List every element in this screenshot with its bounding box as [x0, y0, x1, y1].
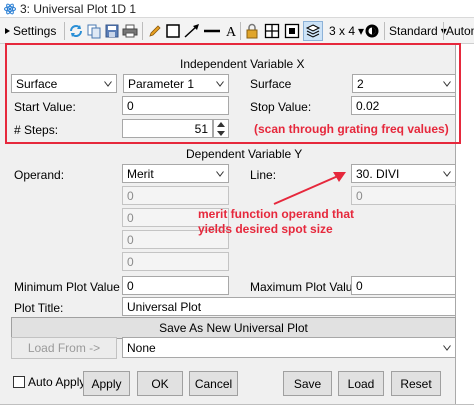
- line-tool-button[interactable]: [203, 21, 221, 41]
- dependent-variable-header: Dependent Variable Y: [186, 147, 303, 161]
- line-icon: [204, 29, 220, 33]
- cancel-button[interactable]: Cancel: [189, 371, 238, 396]
- plot-area-strip: [0, 404, 474, 410]
- rectangle-tool-button[interactable]: [165, 21, 181, 41]
- operand-combo[interactable]: Merit: [122, 164, 229, 183]
- rectangle-icon: [166, 24, 180, 38]
- pencil-button[interactable]: [147, 21, 163, 41]
- min-plot-value-input[interactable]: 0: [122, 276, 229, 295]
- param-input-5[interactable]: 0: [122, 252, 229, 271]
- chevron-down-icon: [216, 171, 224, 177]
- pencil-icon: [149, 25, 161, 37]
- operand-label: Operand:: [14, 168, 65, 182]
- automatic-label: Autom: [446, 24, 474, 38]
- layout-dropdown[interactable]: 3 x 4 ▾: [329, 21, 364, 41]
- arrow-line-icon: [184, 24, 199, 38]
- annotation-highlight-frame: [5, 43, 461, 144]
- auto-apply-checkbox[interactable]: [13, 376, 25, 388]
- annotation-arrow-icon: [273, 172, 346, 205]
- contrast-icon: [365, 24, 379, 38]
- load-from-combo[interactable]: None: [122, 337, 456, 358]
- save-button[interactable]: Save: [283, 371, 332, 396]
- max-plot-value-label: Maximum Plot Value: [250, 280, 360, 294]
- line-combo[interactable]: 30. DIVI: [351, 164, 456, 183]
- load-from-value: None: [127, 341, 156, 355]
- automatic-dropdown[interactable]: Autom: [446, 21, 474, 41]
- load-button[interactable]: Load: [338, 371, 384, 396]
- param-input-1[interactable]: 0: [122, 186, 229, 205]
- settings-label: Settings: [13, 24, 57, 38]
- reset-button[interactable]: Reset: [391, 371, 441, 396]
- plot-title-input[interactable]: Universal Plot: [122, 297, 456, 316]
- toolbar-separator: [443, 22, 444, 40]
- param-input-2[interactable]: 0: [351, 186, 456, 205]
- window-title: 3: Universal Plot 1D 1: [20, 2, 137, 16]
- apply-button[interactable]: Apply: [83, 371, 130, 396]
- save-file-icon: [105, 24, 119, 38]
- svg-text:A: A: [226, 25, 237, 39]
- expand-icon: [284, 23, 300, 39]
- app-atom-icon: [4, 3, 16, 15]
- merit-annotation-line-1: merit function operand that: [198, 207, 354, 221]
- auto-apply-label: Auto Apply: [28, 375, 86, 389]
- chevron-down-icon: [443, 171, 451, 177]
- min-plot-value-label: Minimum Plot Value: [14, 280, 120, 294]
- print-icon: [122, 24, 138, 38]
- standard-dropdown[interactable]: Standard ▾: [389, 21, 447, 41]
- settings-arrow-icon: [5, 28, 10, 34]
- toolbar-separator: [240, 22, 241, 40]
- layout-label: 3 x 4: [329, 24, 356, 38]
- toolbar-separator: [64, 22, 65, 40]
- line-value: 30. DIVI: [356, 167, 400, 181]
- copy-icon: [87, 24, 101, 39]
- save-file-button[interactable]: [104, 21, 120, 41]
- copy-button[interactable]: [86, 21, 102, 41]
- text-a-icon: A: [226, 25, 237, 39]
- max-plot-value-input[interactable]: 0: [351, 276, 456, 295]
- save-as-new-plot-button[interactable]: Save As New Universal Plot: [11, 317, 456, 339]
- standard-label: Standard: [389, 24, 438, 38]
- ok-button[interactable]: OK: [137, 371, 183, 396]
- text-tool-button[interactable]: A: [224, 21, 238, 41]
- lock-icon: [246, 23, 258, 39]
- toolbar-separator: [384, 22, 385, 40]
- toolbar-separator: [142, 22, 143, 40]
- layers-icon: [305, 24, 321, 38]
- lock-button[interactable]: [244, 21, 260, 41]
- load-from-button[interactable]: Load From ->: [11, 337, 117, 359]
- settings-button[interactable]: Settings: [3, 21, 56, 41]
- title-bar: 3: Universal Plot 1D 1: [0, 0, 474, 18]
- merit-annotation-line-2: yields desired spot size: [198, 222, 333, 236]
- plot-title-label: Plot Title:: [14, 301, 64, 315]
- grid-layout-icon: [264, 23, 280, 39]
- operand-value: Merit: [127, 167, 154, 181]
- layers-button[interactable]: [303, 21, 323, 41]
- arrow-tool-button[interactable]: [183, 21, 201, 41]
- refresh-button[interactable]: [68, 21, 84, 41]
- print-button[interactable]: [122, 21, 138, 41]
- chevron-down-icon: [443, 345, 451, 351]
- contrast-button[interactable]: [364, 21, 380, 41]
- toolbar: Settings A 3 x 4 ▾ Standard Auto: [0, 18, 474, 44]
- expand-button[interactable]: [284, 21, 300, 41]
- refresh-icon: [70, 25, 82, 37]
- grid-layout-button[interactable]: [264, 21, 280, 41]
